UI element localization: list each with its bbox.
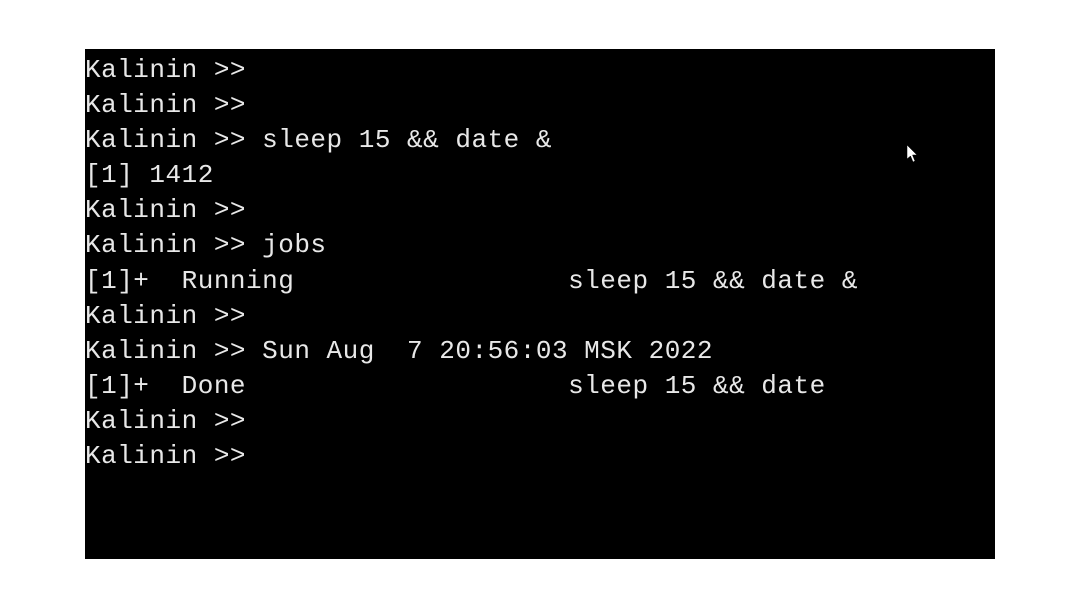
terminal-line: Kalinin >> sleep 15 && date & bbox=[85, 123, 995, 158]
terminal-window[interactable]: Kalinin >> Kalinin >> Kalinin >> sleep 1… bbox=[85, 49, 995, 559]
terminal-line: Kalinin >> bbox=[85, 299, 995, 334]
terminal-line: [1]+ Done sleep 15 && date bbox=[85, 369, 995, 404]
terminal-line: Kalinin >> jobs bbox=[85, 228, 995, 263]
terminal-line: Kalinin >> Sun Aug 7 20:56:03 MSK 2022 bbox=[85, 334, 995, 369]
terminal-line: Kalinin >> bbox=[85, 439, 995, 474]
terminal-line: Kalinin >> bbox=[85, 404, 995, 439]
terminal-line: [1]+ Running sleep 15 && date & bbox=[85, 264, 995, 299]
terminal-line: Kalinin >> bbox=[85, 53, 995, 88]
terminal-line: [1] 1412 bbox=[85, 158, 995, 193]
terminal-line: Kalinin >> bbox=[85, 88, 995, 123]
terminal-line: Kalinin >> bbox=[85, 193, 995, 228]
